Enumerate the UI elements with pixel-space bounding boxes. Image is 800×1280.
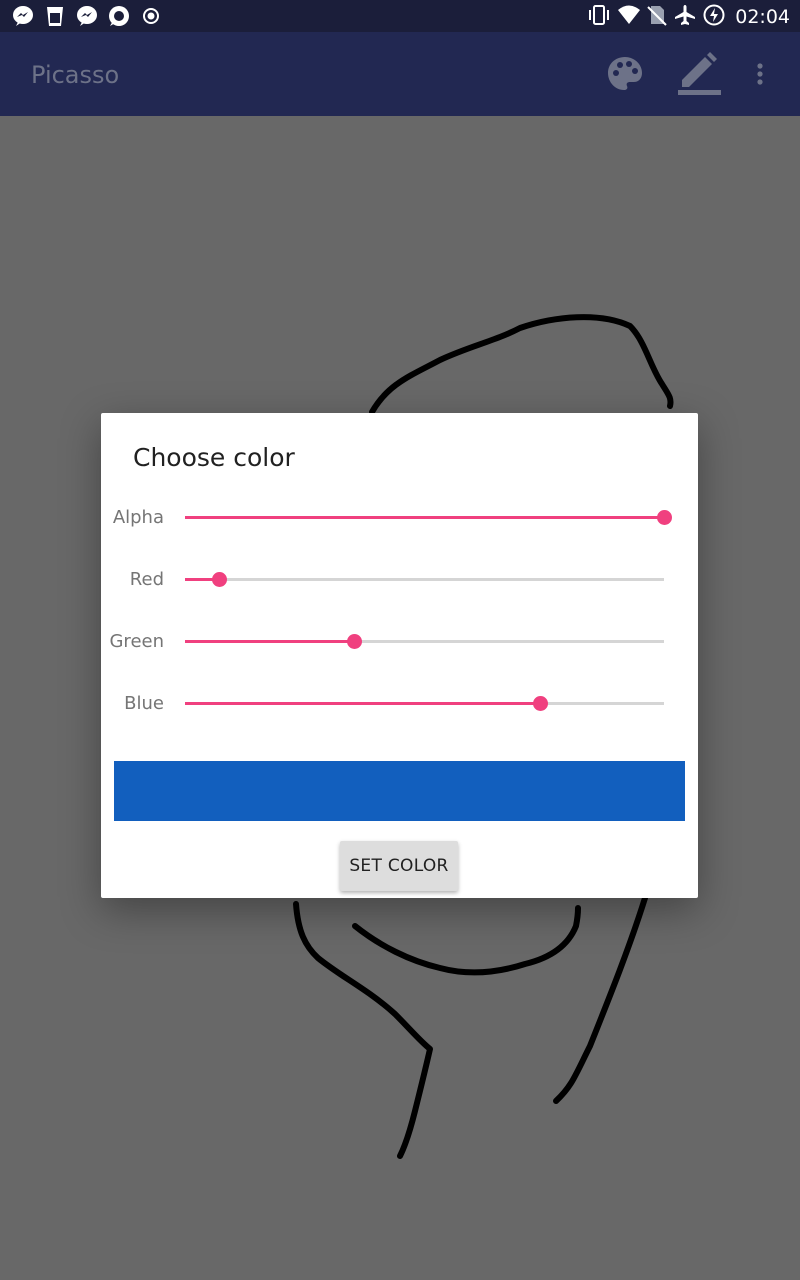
blue-slider-thumb[interactable] [533,696,549,711]
palette-icon[interactable] [605,54,645,98]
record-icon [140,5,162,27]
color-preview [114,761,685,821]
red-label: Red [129,569,164,590]
no-sim-icon [647,4,667,30]
red-slider-row: Red [101,559,698,599]
pencil-icon[interactable] [676,50,722,100]
more-vert-icon[interactable] [752,62,768,92]
airplane-icon [673,4,697,30]
status-time: 02:04 [735,6,790,28]
choose-color-dialog: Choose color Alpha Red Green Blue SET CO… [101,413,698,898]
messenger-icon [76,5,98,27]
wifi-icon [617,4,641,30]
blue-slider-fill [185,702,541,705]
red-slider[interactable] [185,572,664,587]
blue-label: Blue [124,693,164,714]
red-slider-thumb[interactable] [211,572,227,587]
alpha-slider[interactable] [185,510,672,525]
cup-icon [44,5,66,27]
alpha-slider-thumb[interactable] [657,510,672,525]
messenger-icon [12,5,34,27]
green-slider-row: Green [101,621,698,661]
blue-slider-row: Blue [101,683,698,723]
alpha-slider-fill [185,516,664,519]
status-bar: 02:04 [0,0,800,32]
dialog-title: Choose color [133,443,295,472]
green-slider-thumb[interactable] [347,634,363,649]
green-label: Green [109,631,164,652]
green-slider-fill [185,640,355,643]
app-bar: Picasso [0,32,800,116]
blue-slider[interactable] [185,696,664,711]
chat-icon [108,5,130,27]
alpha-label: Alpha [112,507,164,528]
set-color-button[interactable]: SET COLOR [340,841,458,891]
vibrate-icon [587,4,611,30]
alpha-slider-row: Alpha [101,497,698,537]
app-title: Picasso [31,61,120,89]
battery-charging-icon [703,4,725,30]
green-slider[interactable] [185,634,664,649]
